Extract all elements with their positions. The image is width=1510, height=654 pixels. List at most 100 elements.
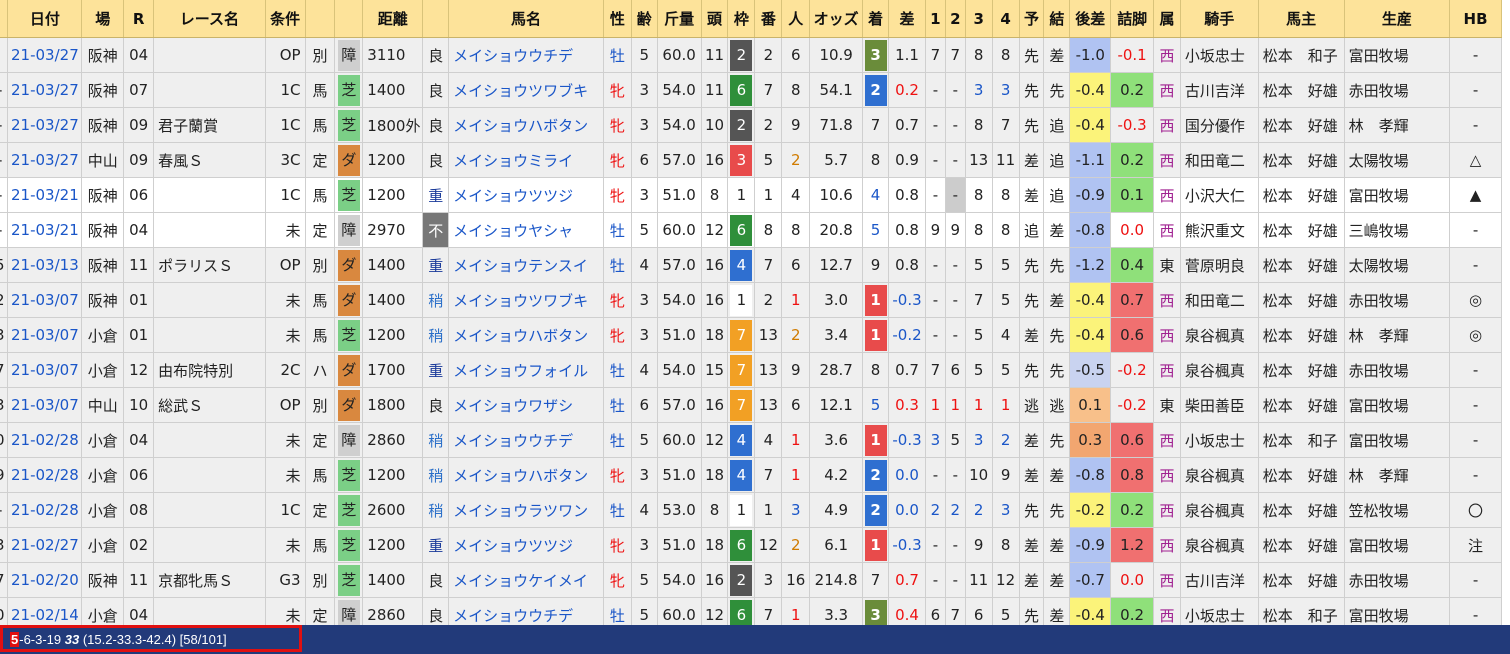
table-row[interactable]: -21-03/27阪神071C馬芝1400良メイショウツワブキ牝354.0116…: [0, 72, 1502, 108]
col-header-prediction[interactable]: 予: [1019, 0, 1045, 38]
horse-name-link[interactable]: メイショウハボタン: [448, 317, 604, 353]
breeder-cell[interactable]: 笠松牧場: [1344, 492, 1451, 528]
col-header-finish[interactable]: 着: [862, 0, 890, 38]
owner-cell[interactable]: 松本 好雄: [1258, 107, 1345, 143]
col-header-sex[interactable]: 性: [603, 0, 632, 38]
jockey-cell[interactable]: 泉谷楓真: [1180, 457, 1259, 493]
table-row[interactable]: 721-02/20阪神11京都牝馬ＳG3別芝1400良メイショウケイメイ牝554…: [0, 562, 1502, 598]
jockey-cell[interactable]: 泉谷楓真: [1180, 492, 1259, 528]
col-header-corner4[interactable]: 4: [992, 0, 1020, 38]
date-cell[interactable]: 21-03/13: [7, 247, 83, 283]
table-row[interactable]: -21-03/21阪神04未定障2970不メイショウヤシャ牡560.012688…: [0, 212, 1502, 248]
col-header-horse-name[interactable]: 馬名: [448, 0, 604, 38]
col-header-gate[interactable]: 枠: [727, 0, 756, 38]
breeder-cell[interactable]: 赤田牧場: [1344, 282, 1451, 318]
date-cell[interactable]: 21-03/21: [7, 212, 83, 248]
jockey-cell[interactable]: 国分優作: [1180, 107, 1259, 143]
col-header-corner3[interactable]: 3: [965, 0, 993, 38]
table-row[interactable]: 521-03/13阪神11ポラリスＳOP別ダ1400重メイショウテンスイ牡457…: [0, 247, 1502, 283]
owner-cell[interactable]: 松本 好雄: [1258, 387, 1345, 423]
col-header-age[interactable]: 齢: [631, 0, 658, 38]
table-row[interactable]: -21-03/27阪神09君子蘭賞1C馬芝1800外良メイショウハボタン牝354…: [0, 107, 1502, 143]
col-header-owner[interactable]: 馬主: [1258, 0, 1345, 38]
owner-cell[interactable]: 松本 好雄: [1258, 177, 1345, 213]
date-cell[interactable]: 21-03/27: [7, 142, 83, 178]
col-header-margin[interactable]: 差: [888, 0, 926, 38]
horse-name-link[interactable]: メイショウウチデ: [448, 37, 604, 73]
breeder-cell[interactable]: 富田牧場: [1344, 37, 1451, 73]
table-row[interactable]: -21-03/21阪神061C馬芝1200重メイショウツツジ牝351.08114…: [0, 177, 1502, 213]
owner-cell[interactable]: 松本 和子: [1258, 37, 1345, 73]
table-row[interactable]: 321-03/07小倉01未馬芝1200稍メイショウハボタン牝351.01871…: [0, 317, 1502, 353]
breeder-cell[interactable]: 林 孝輝: [1344, 107, 1451, 143]
table-row[interactable]: 721-03/07小倉12由布院特別2Cハダ1700重メイショウフォイル牡454…: [0, 352, 1502, 388]
jockey-cell[interactable]: 和田竜二: [1180, 282, 1259, 318]
horse-name-link[interactable]: メイショウハボタン: [448, 457, 604, 493]
col-header-venue[interactable]: 場: [81, 0, 125, 38]
horse-name-link[interactable]: メイショウミライ: [448, 142, 604, 178]
jockey-cell[interactable]: 古川吉洋: [1180, 72, 1259, 108]
horse-name-link[interactable]: メイショウフォイル: [448, 352, 604, 388]
horse-name-link[interactable]: メイショウツツジ: [448, 527, 604, 563]
col-header-stable[interactable]: 属: [1153, 0, 1181, 38]
jockey-cell[interactable]: 小沢大仁: [1180, 177, 1259, 213]
horse-name-link[interactable]: メイショウウチデ: [448, 422, 604, 458]
date-cell[interactable]: 21-03/07: [7, 387, 83, 423]
horse-name-link[interactable]: メイショウテンスイ: [448, 247, 604, 283]
col-header-hb-mark[interactable]: HB: [1449, 0, 1502, 38]
jockey-cell[interactable]: 泉谷楓真: [1180, 352, 1259, 388]
owner-cell[interactable]: 松本 好雄: [1258, 247, 1345, 283]
date-cell[interactable]: 21-03/21: [7, 177, 83, 213]
owner-cell[interactable]: 松本 好雄: [1258, 142, 1345, 178]
owner-cell[interactable]: 松本 和子: [1258, 422, 1345, 458]
col-header-result[interactable]: 結: [1043, 0, 1071, 38]
owner-cell[interactable]: 松本 好雄: [1258, 282, 1345, 318]
horse-name-link[interactable]: メイショウツツジ: [448, 177, 604, 213]
table-row[interactable]: 21-03/27 阪神 04 OP 別障 3110 良メイショウウチデ牡 5 60.0 11 2 2 6…: [0, 37, 1502, 73]
jockey-cell[interactable]: 熊沢重文: [1180, 212, 1259, 248]
jockey-cell[interactable]: 小坂忠士: [1180, 37, 1259, 73]
owner-cell[interactable]: 松本 好雄: [1258, 492, 1345, 528]
table-row[interactable]: 321-03/07中山10総武ＳOP別ダ1800良メイショウワザシ牡657.01…: [0, 387, 1502, 423]
table-row[interactable]: -21-03/27中山09春風Ｓ3C定ダ1200良メイショウミライ牝657.01…: [0, 142, 1502, 178]
col-header-field-size[interactable]: 頭: [701, 0, 729, 38]
date-cell[interactable]: 21-02/28: [7, 492, 83, 528]
jockey-cell[interactable]: 古川吉洋: [1180, 562, 1259, 598]
jockey-cell[interactable]: 泉谷楓真: [1180, 527, 1259, 563]
date-cell[interactable]: 21-02/27: [7, 527, 83, 563]
table-row[interactable]: 921-02/28小倉06未馬芝1200稍メイショウハボタン牝351.01847…: [0, 457, 1502, 493]
col-header-popularity[interactable]: 人: [781, 0, 811, 38]
col-header-distance[interactable]: 距離: [362, 0, 424, 38]
col-header-weight[interactable]: 斤量: [657, 0, 702, 38]
col-header-corner2[interactable]: 2: [945, 0, 966, 38]
breeder-cell[interactable]: 富田牧場: [1344, 177, 1451, 213]
horse-name-link[interactable]: メイショウヤシャ: [448, 212, 604, 248]
owner-cell[interactable]: 松本 好雄: [1258, 457, 1345, 493]
jockey-cell[interactable]: 柴田善臣: [1180, 387, 1259, 423]
date-cell[interactable]: 21-03/27: [7, 37, 83, 73]
breeder-cell[interactable]: 富田牧場: [1344, 387, 1451, 423]
horse-name-link[interactable]: メイショウハボタン: [448, 107, 604, 143]
owner-cell[interactable]: 松本 好雄: [1258, 527, 1345, 563]
date-cell[interactable]: 21-03/07: [7, 317, 83, 353]
col-header-last3f-diff[interactable]: 後差: [1069, 0, 1112, 38]
jockey-cell[interactable]: 菅原明良: [1180, 247, 1259, 283]
date-cell[interactable]: 21-03/27: [7, 72, 83, 108]
col-header-jockey[interactable]: 騎手: [1180, 0, 1259, 38]
table-row[interactable]: 221-03/07阪神01未馬ダ1400稍メイショウツワブキ牝354.01612…: [0, 282, 1502, 318]
col-header-corner1[interactable]: 1: [925, 0, 946, 38]
col-header-class[interactable]: 条件: [265, 0, 306, 38]
table-row[interactable]: 021-02/28小倉04未定障2860稍メイショウウチデ牡560.012441…: [0, 422, 1502, 458]
horse-name-link[interactable]: メイショウラツワン: [448, 492, 604, 528]
breeder-cell[interactable]: 富田牧場: [1344, 527, 1451, 563]
col-header-date[interactable]: 日付: [7, 0, 83, 38]
breeder-cell[interactable]: 赤田牧場: [1344, 72, 1451, 108]
col-header-number[interactable]: 番: [754, 0, 783, 38]
col-header-race-no[interactable]: R: [123, 0, 155, 38]
jockey-cell[interactable]: 小坂忠士: [1180, 422, 1259, 458]
col-header-late-kick[interactable]: 詰脚: [1110, 0, 1155, 38]
jockey-cell[interactable]: 泉谷楓真: [1180, 317, 1259, 353]
table-row[interactable]: 321-02/27小倉02未馬芝1200重メイショウツツジ牝351.018612…: [0, 527, 1502, 563]
date-cell[interactable]: 21-03/27: [7, 107, 83, 143]
col-header-race-name[interactable]: レース名: [153, 0, 266, 38]
